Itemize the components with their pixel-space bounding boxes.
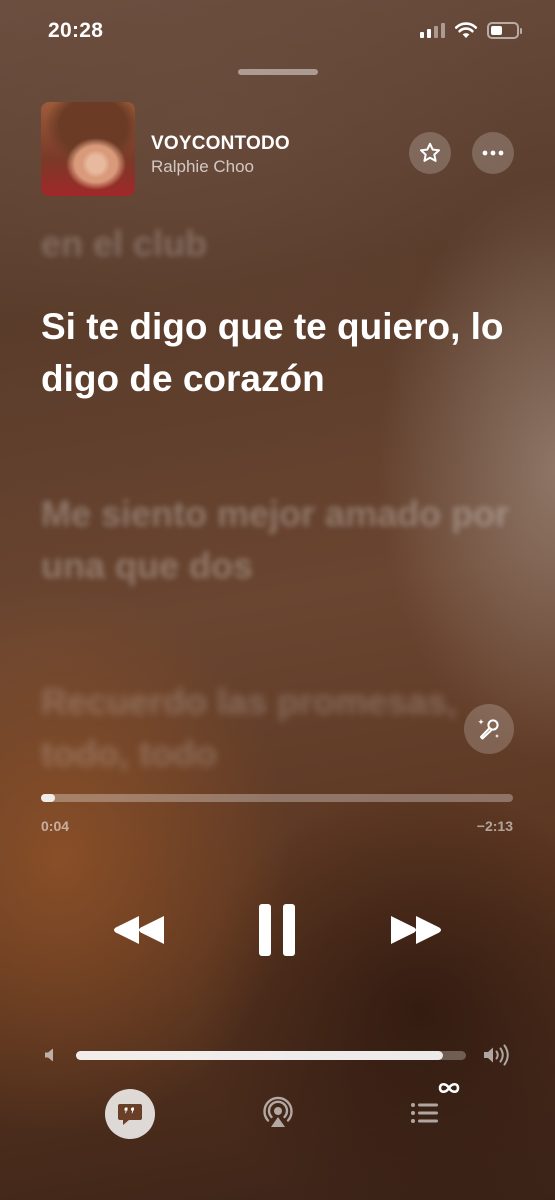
playback-progress-fill	[41, 794, 56, 802]
lyric-line-following[interactable]: Recuerdo las promesas, todo, todo	[41, 676, 511, 776]
lyrics-button[interactable]	[105, 1089, 155, 1139]
favorite-button[interactable]	[409, 132, 451, 174]
airplay-icon	[263, 1096, 293, 1127]
queue-icon	[411, 1103, 438, 1123]
fast-forward-button[interactable]	[385, 904, 447, 956]
status-bar: 20:28	[0, 0, 555, 64]
lyric-line-past[interactable]: en el club	[41, 218, 511, 270]
status-time: 20:28	[48, 19, 104, 42]
volume-slider[interactable]	[76, 1051, 466, 1060]
rewind-button[interactable]	[108, 904, 170, 956]
volume-slider-fill	[76, 1051, 443, 1060]
pause-button[interactable]	[250, 900, 304, 960]
rewind-icon	[114, 916, 164, 944]
lyric-line-current[interactable]: Si te digo que te quiero, lo digo de cor…	[41, 301, 511, 405]
wifi-icon	[454, 22, 478, 38]
more-options-button[interactable]	[472, 132, 514, 174]
elapsed-time: 0:04	[41, 818, 70, 834]
sheet-grabber[interactable]	[238, 69, 318, 75]
track-title[interactable]: VOYCONTODO	[151, 133, 290, 155]
microphone-sparkle-icon	[478, 719, 499, 740]
queue-button[interactable]	[404, 1092, 446, 1134]
volume-high-icon	[484, 1044, 509, 1066]
cellular-signal-icon	[420, 22, 445, 38]
pause-icon	[259, 904, 295, 956]
track-artist[interactable]: Ralphie Choo	[151, 157, 254, 177]
volume-low-icon	[45, 1048, 53, 1062]
ellipsis-icon	[482, 150, 504, 156]
infinity-icon	[438, 1082, 460, 1094]
remaining-time: −2:13	[476, 818, 513, 834]
star-icon	[420, 142, 440, 162]
battery-icon	[487, 21, 522, 39]
status-icons	[420, 21, 522, 39]
playback-progress-bar[interactable]	[41, 794, 513, 802]
lyrics-icon	[118, 1104, 142, 1125]
lyric-line-next[interactable]: Me siento mejor amado por una que dos	[41, 488, 511, 592]
airplay-button[interactable]	[256, 1091, 300, 1135]
sing-button[interactable]	[464, 704, 514, 754]
album-artwork[interactable]	[41, 102, 135, 196]
fast-forward-icon	[391, 916, 441, 944]
